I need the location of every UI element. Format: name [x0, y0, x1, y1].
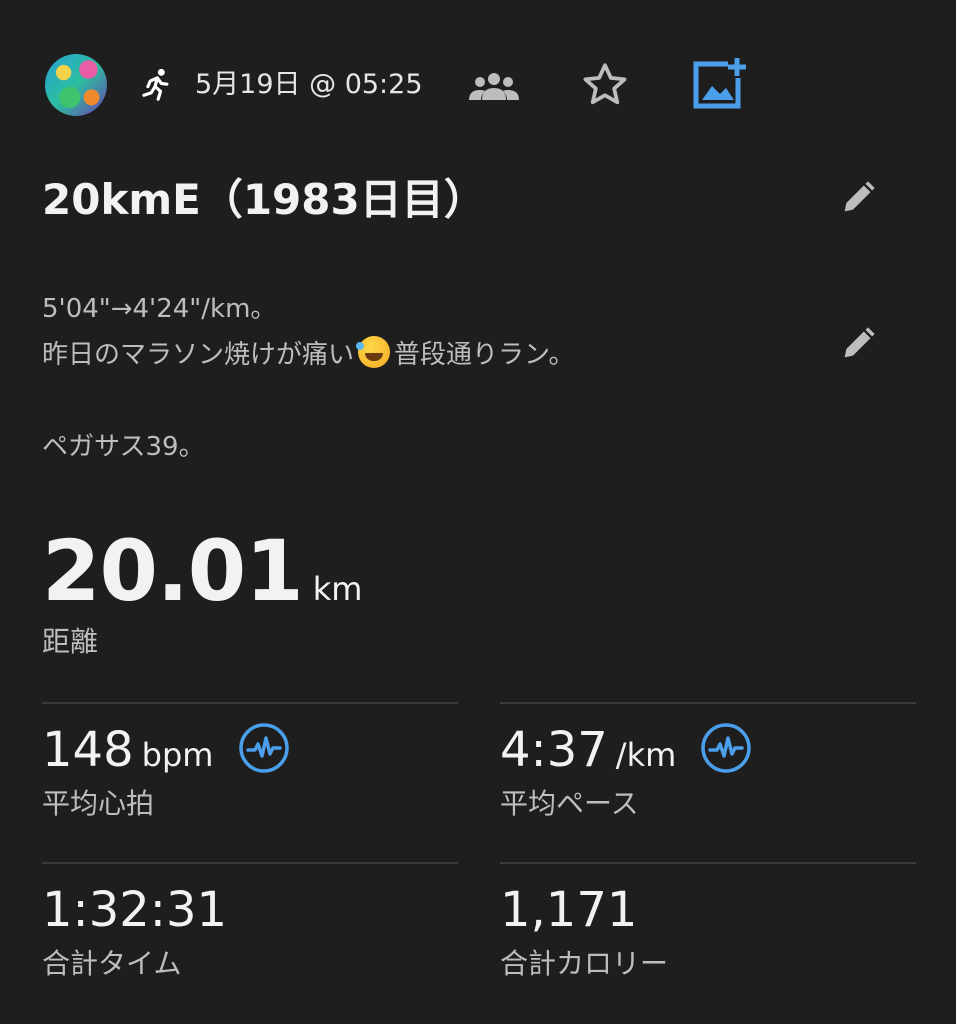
description-line-2: 昨日のマラソン焼けが痛い 普段通りラン。	[42, 332, 574, 378]
activity-description: 5'04"→4'24"/km。 昨日のマラソン焼けが痛い 普段通りラン。 ペガサス…	[42, 286, 574, 470]
divider	[500, 702, 916, 704]
avatar[interactable]	[45, 54, 107, 116]
rolling-laughing-emoji-icon	[356, 336, 391, 368]
avg-pace-value-row: 4:37/km	[500, 722, 676, 783]
total-time-label: 合計タイム	[42, 947, 182, 980]
activity-date: 5月19日 @ 05:25	[195, 69, 423, 100]
distance-label: 距離	[42, 625, 99, 658]
description-line-3: ペガサス39。	[42, 432, 205, 462]
description-line-1: 5'04"→4'24"/km。	[42, 294, 277, 324]
avg-pace-unit: /km	[615, 736, 677, 774]
avg-heart-rate-value: 148	[42, 722, 134, 778]
distance-unit: km	[312, 570, 363, 608]
edit-title-pencil-icon[interactable]	[838, 178, 878, 218]
calories-label: 合計カロリー	[500, 947, 669, 980]
avg-heart-rate-value-row: 148 bpm	[42, 722, 213, 783]
star-icon[interactable]	[580, 60, 630, 110]
edit-description-pencil-icon[interactable]	[838, 324, 878, 364]
avg-heart-rate-label: 平均心拍	[42, 787, 155, 820]
add-photo-icon[interactable]	[692, 56, 748, 112]
pace-chart-icon[interactable]	[700, 722, 752, 774]
distance-value: 20.01	[42, 522, 304, 620]
avg-pace-label: 平均ペース	[500, 787, 639, 820]
divider	[42, 862, 458, 864]
divider	[500, 862, 916, 864]
avg-pace-value: 4:37	[500, 722, 608, 778]
total-time-value: 1:32:31	[42, 882, 228, 938]
group-icon[interactable]	[468, 70, 520, 102]
avg-heart-rate-unit: bpm	[141, 736, 214, 774]
heart-rate-chart-icon[interactable]	[238, 722, 290, 774]
running-icon	[142, 68, 169, 101]
distance-stat: 20.01 km	[42, 522, 362, 620]
divider	[42, 702, 458, 704]
calories-value: 1,171	[500, 882, 638, 938]
activity-title: 20kmE（1983日目）	[42, 175, 486, 224]
